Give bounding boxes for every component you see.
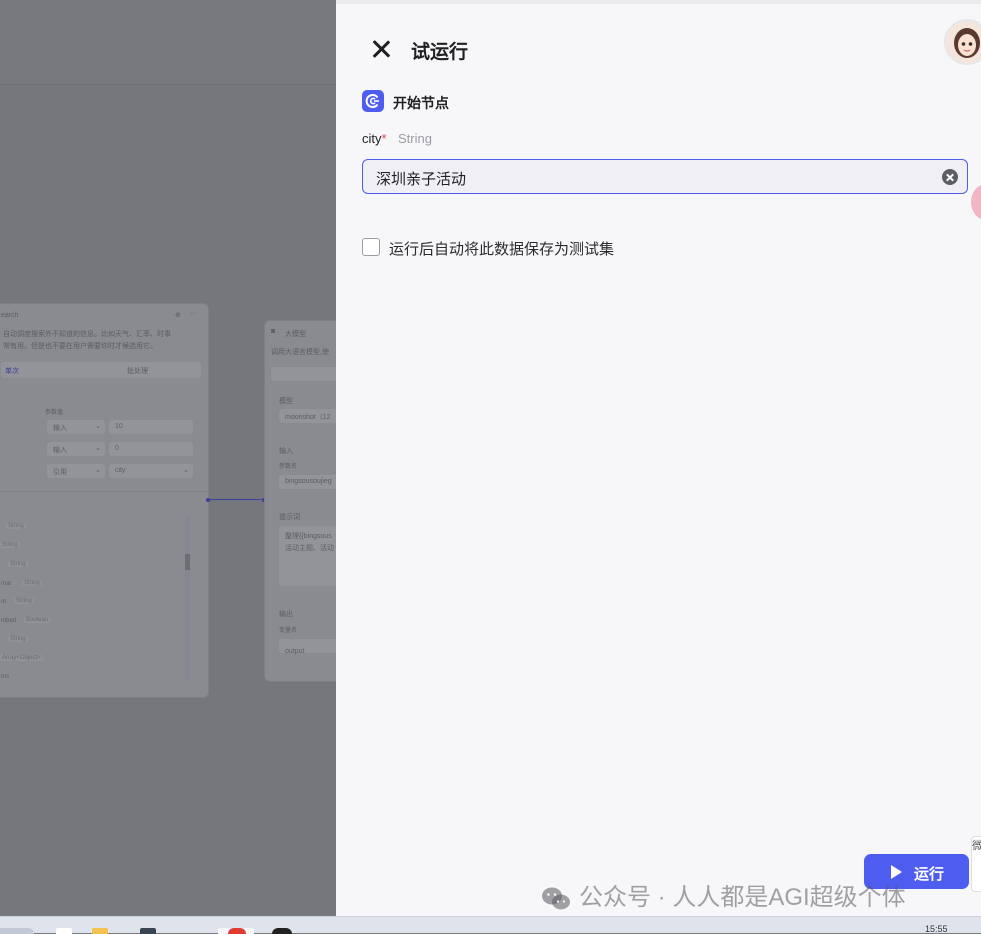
output-name: mbed xyxy=(1,618,17,624)
field-name: city xyxy=(362,131,382,146)
node-divider xyxy=(0,491,208,492)
scrollbar-thumb[interactable] xyxy=(185,554,190,570)
input-section-label: 输入 xyxy=(279,448,293,455)
param-label: 参数名 xyxy=(279,464,298,470)
os-taskbar: 15:55 xyxy=(0,916,981,934)
start-node-title: 开始节点 xyxy=(393,95,449,111)
llm-icon: ◙ xyxy=(271,328,276,335)
param-value: 0 xyxy=(115,445,119,452)
node-title: 大模型 xyxy=(285,331,306,338)
output-type-chip: String xyxy=(0,541,21,549)
start-node-icon xyxy=(362,90,384,112)
more-icon[interactable]: ··· xyxy=(190,310,197,317)
prompt-text: 整理{{bingsous xyxy=(285,533,332,540)
clock: 15:55 xyxy=(925,924,948,934)
output-type-chip: String xyxy=(7,560,29,568)
output-type-chip: String xyxy=(7,635,29,643)
output-name: nt xyxy=(1,599,7,605)
output-value: output xyxy=(285,648,305,655)
chevron-down-icon: ⌄ xyxy=(183,467,189,474)
output-type-chip: String xyxy=(21,579,43,587)
prompt-section-label: 提示词 xyxy=(279,514,300,521)
search-plugin-node[interactable]: earch ⊕ ··· 自动调度搜索外不知道的信息。比如天气、汇率、时事 常有用… xyxy=(0,303,209,698)
app-icon[interactable] xyxy=(272,928,292,934)
node-field xyxy=(271,367,336,381)
output-name: ms xyxy=(1,674,9,680)
side-tab[interactable]: 微 xyxy=(971,836,981,892)
param-value: bingsousoujieg xyxy=(285,478,332,485)
chevron-down-icon: ⌄ xyxy=(95,467,101,474)
save-testset-label[interactable]: 运行后自动将此数据保存为测试集 xyxy=(389,238,614,259)
output-type-chip: String xyxy=(5,522,27,530)
chevron-down-icon: ⌄ xyxy=(95,445,101,452)
chevron-down-icon: ⌄ xyxy=(95,423,101,430)
test-run-panel: 试运行 开始节点 city* String 深圳亲子活动 运行后自动将此数据保存… xyxy=(336,4,981,916)
param-value: city xyxy=(115,467,126,474)
output-name: mat xyxy=(1,581,12,587)
city-input-value[interactable]: 深圳亲子活动 xyxy=(376,168,466,189)
node-desc: 常有用。但是也不要在用户需要你时才候选用它。 xyxy=(3,343,157,350)
panel-title: 试运行 xyxy=(411,42,469,63)
output-section-label: 输出 xyxy=(279,611,293,618)
model-label: 模型 xyxy=(279,398,293,405)
required-mark: * xyxy=(381,131,387,146)
start-icon[interactable] xyxy=(0,928,34,934)
city-input[interactable]: 深圳亲子活动 xyxy=(362,159,968,194)
prompt-text: 活动主题、活动 xyxy=(285,545,334,552)
model-value: moonshot（12 xyxy=(285,414,331,421)
connection-line xyxy=(206,497,266,502)
workflow-canvas: earch ⊕ ··· 自动调度搜索外不知道的信息。比如天气、汇率、时事 常有用… xyxy=(0,0,336,916)
param-mode: 输入 xyxy=(53,447,67,454)
canvas-toolbar xyxy=(0,0,336,85)
node-desc: 自动调度搜索外不知道的信息。比如天气、汇率、时事 xyxy=(3,331,171,338)
field-type: String xyxy=(398,131,432,146)
app-icon[interactable] xyxy=(140,928,156,934)
wechat-icon xyxy=(542,887,570,910)
param-value-input[interactable] xyxy=(109,442,193,456)
watermark: 公众号 · 人人都是AGI超级个体 xyxy=(541,877,906,912)
mode-tabs xyxy=(1,362,201,378)
node-desc: 调用大语言模型,使 xyxy=(271,349,329,356)
param-mode: 输入 xyxy=(53,425,67,432)
param-mode: 引用 xyxy=(53,469,67,476)
save-testset-checkbox[interactable] xyxy=(362,238,380,256)
close-icon[interactable] xyxy=(370,38,392,60)
output-type-chip: Array<Object> xyxy=(0,654,44,662)
scrollbar[interactable] xyxy=(185,516,190,680)
chrome-icon[interactable] xyxy=(228,928,246,934)
watermark-text: 公众号 · 人人都是AGI超级个体 xyxy=(579,884,906,911)
folder-icon[interactable] xyxy=(92,928,108,934)
file-icon[interactable] xyxy=(56,928,72,934)
param-value: 10 xyxy=(115,423,123,430)
output-type-chip: Boolean xyxy=(23,616,52,624)
side-tab-text: 微 xyxy=(972,840,981,852)
add-icon[interactable]: ⊕ xyxy=(175,311,181,319)
output-type-chip: String xyxy=(13,597,35,605)
var-label: 变量名 xyxy=(279,628,298,634)
tab-single[interactable]: 单次 xyxy=(5,366,19,376)
param-header: 参数值 xyxy=(45,410,64,416)
tab-batch[interactable]: 批处理 xyxy=(127,366,148,376)
field-label: city* xyxy=(362,131,387,146)
run-button-label: 运行 xyxy=(914,866,945,883)
llm-node[interactable]: ◙ 大模型 调用大语言模型,使 模型 moonshot（12 输入 参数名 bi… xyxy=(264,320,336,682)
node-title: earch xyxy=(1,312,19,319)
clear-icon[interactable] xyxy=(942,169,958,185)
